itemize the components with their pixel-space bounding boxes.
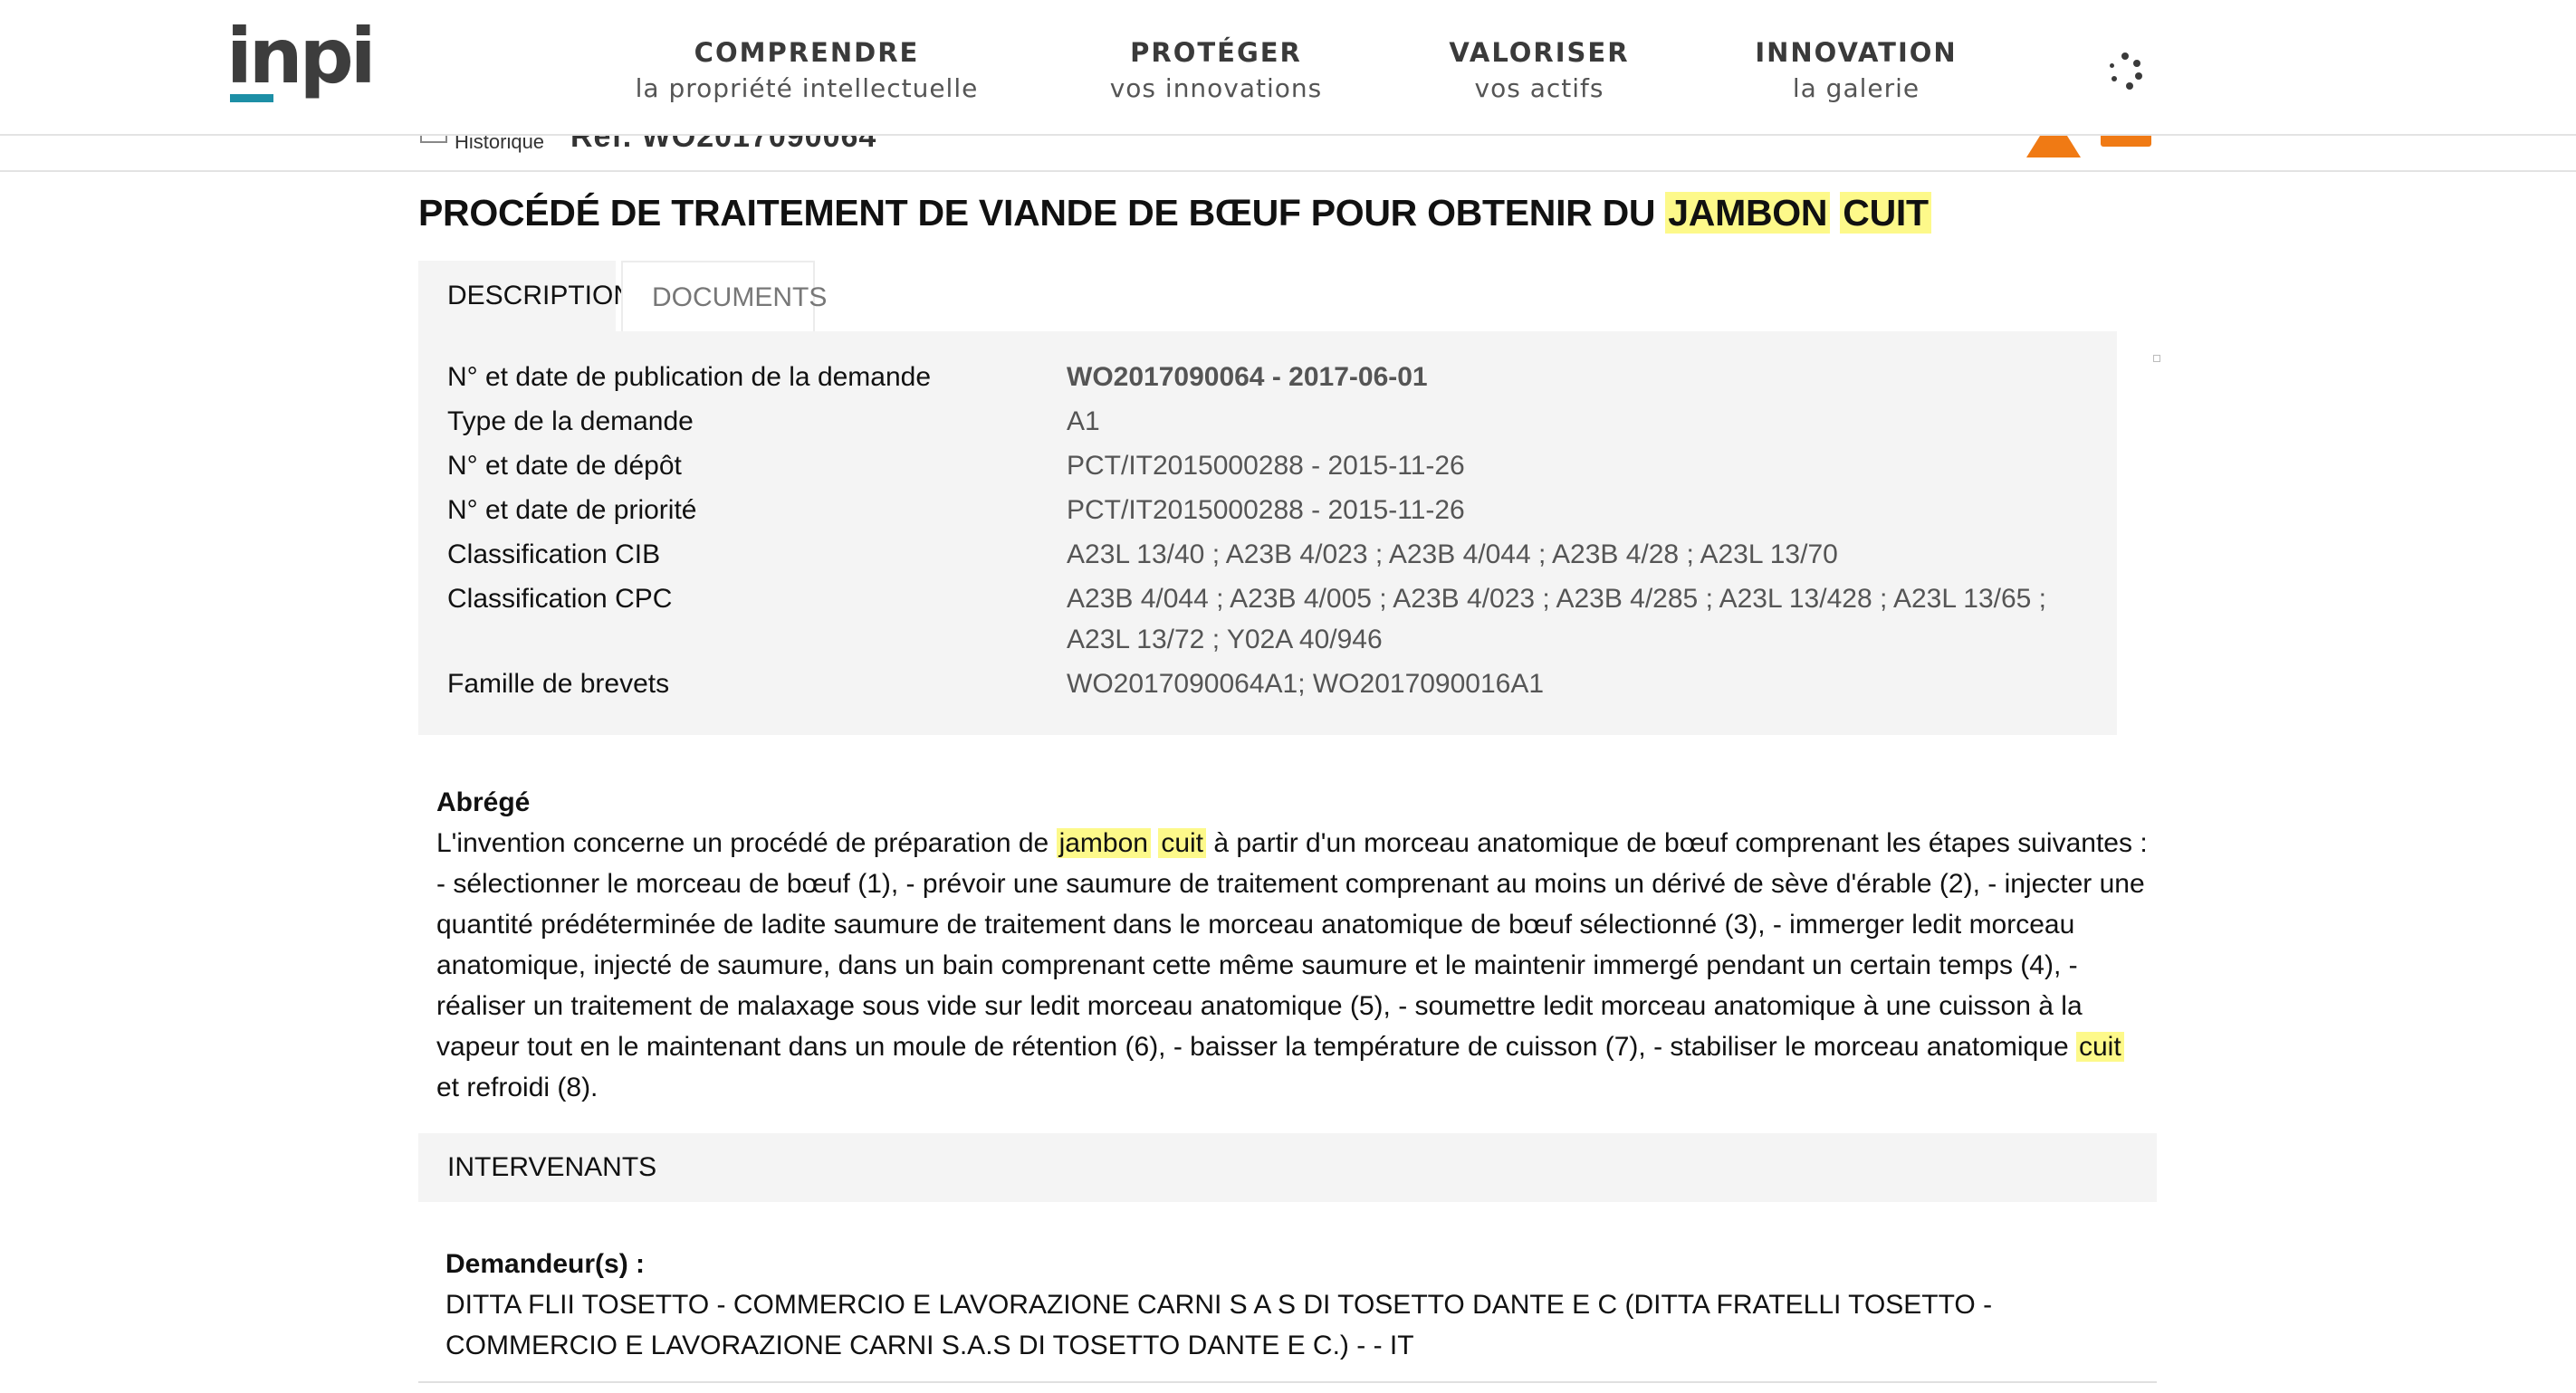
nav-valoriser-title: VALORISER: [1449, 37, 1630, 68]
logo-text: inpi: [226, 12, 377, 100]
title-highlight: CUIT: [1840, 192, 1931, 234]
nav-innovation-title: INNOVATION: [1755, 37, 1958, 68]
row-label: N° et date de dépôt: [447, 451, 682, 481]
abstract-highlight: cuit: [1158, 828, 1206, 858]
warning-icon[interactable]: [2026, 136, 2081, 157]
document-toolbar-strip: Historique Réf. WO2017090064: [0, 136, 2576, 172]
row-label: N° et date de publication de la demande: [447, 362, 932, 392]
row-value: PCT/IT2015000288 - 2015-11-26: [1067, 451, 1465, 481]
nav-valoriser-subtitle: vos actifs: [1474, 73, 1604, 103]
applicant-label: Demandeur(s) :: [445, 1249, 646, 1279]
nav-comprendre-title: COMPRENDRE: [694, 37, 920, 68]
nav-comprendre[interactable]: COMPRENDRE la propriété intellectuelle: [634, 36, 980, 109]
nav-proteger-subtitle: vos innovations: [1109, 73, 1323, 103]
history-label: Historique: [455, 136, 545, 153]
row-label: N° et date de priorité: [447, 495, 697, 525]
row-value: PCT/IT2015000288 - 2015-11-26: [1067, 495, 1465, 525]
inpi-logo[interactable]: inpi: [226, 18, 377, 110]
tab-description[interactable]: DESCRIPTION: [418, 261, 633, 331]
title-highlight: JAMBON: [1665, 192, 1831, 234]
nav-proteger[interactable]: PROTÉGER vos innovations: [1103, 36, 1329, 109]
intervenants-heading[interactable]: INTERVENANTS: [418, 1133, 2157, 1202]
row-value: A1: [1067, 406, 1100, 436]
row-label: Classification CPC: [447, 584, 673, 614]
tab-documents[interactable]: DOCUMENTS: [621, 261, 827, 331]
history-checkbox[interactable]: [420, 136, 447, 143]
resize-handle-icon: [2153, 355, 2160, 362]
applicant-value: DITTA FLII TOSETTO - COMMERCIO E LAVORAZ…: [445, 1290, 1993, 1360]
logo-accent-bar: [230, 94, 273, 102]
row-label: Classification CIB: [447, 539, 661, 569]
abstract-heading: Abrégé: [436, 787, 531, 817]
abstract-highlight: jambon: [1056, 828, 1151, 858]
abstract-highlight: cuit: [2075, 1032, 2124, 1062]
nav-valoriser[interactable]: VALORISER vos actifs: [1449, 36, 1630, 109]
nav-innovation-subtitle: la galerie: [1792, 73, 1920, 103]
row-label: Famille de brevets: [447, 669, 670, 699]
nav-comprendre-subtitle: la propriété intellectuelle: [635, 73, 979, 103]
row-label: Type de la demande: [447, 406, 694, 436]
section-divider: [418, 1381, 2157, 1383]
reference-label: Réf. WO2017090064: [570, 136, 877, 154]
top-navigation-bar: inpi COMPRENDRE la propriété intellectue…: [0, 0, 2576, 136]
row-value: WO2017090064A1; WO2017090016A1: [1067, 669, 1545, 699]
row-value: A23L 13/40 ; A23B 4/023 ; A23B 4/044 ; A…: [1067, 539, 1838, 569]
abstract-part: L'invention concerne un procédé de prépa…: [436, 828, 1049, 858]
abstract-part: à partir d'un morceau anatomique de bœuf…: [436, 828, 2148, 1062]
print-icon[interactable]: [2101, 136, 2151, 147]
nav-proteger-title: PROTÉGER: [1130, 37, 1302, 68]
row-value: A23B 4/044 ; A23B 4/005 ; A23B 4/023 ; A…: [1067, 584, 2047, 654]
title-text: PROCÉDÉ DE TRAITEMENT DE VIANDE DE BŒUF …: [418, 192, 1656, 234]
abstract-part: et refroidi (8).: [436, 1073, 599, 1102]
abstract-text: L'invention concerne un procédé de prépa…: [436, 823, 2148, 1108]
nav-innovation[interactable]: INNOVATION la galerie: [1748, 36, 1965, 109]
description-panel: N° et date de publication de la demande …: [418, 331, 2117, 735]
row-value: WO2017090064 - 2017-06-01: [1067, 362, 1428, 392]
page-title: PROCÉDÉ DE TRAITEMENT DE VIANDE DE BŒUF …: [418, 190, 1931, 235]
dots-loader-icon[interactable]: [2108, 52, 2142, 91]
